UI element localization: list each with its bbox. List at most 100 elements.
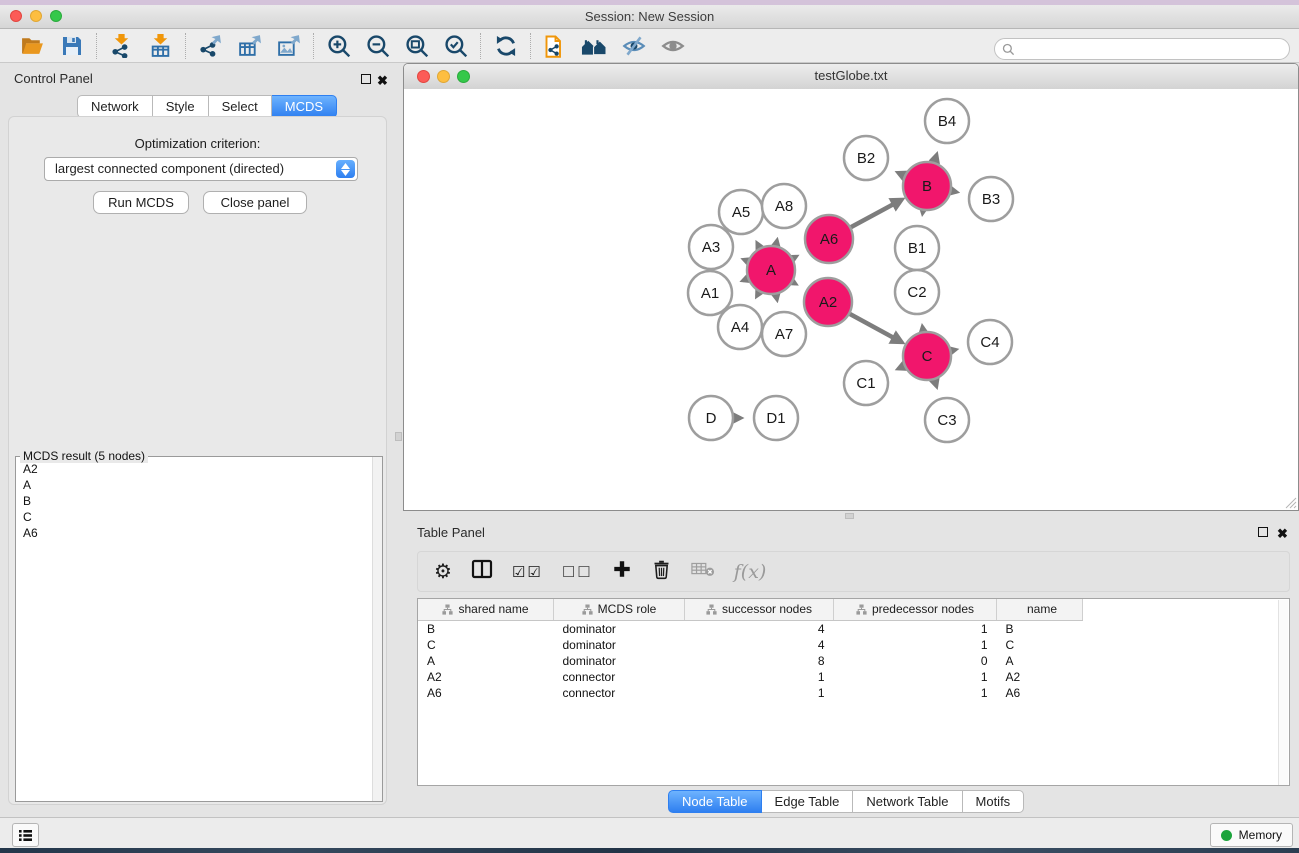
tab-node-table[interactable]: Node Table (668, 790, 762, 813)
table-cell: dominator (554, 621, 685, 638)
graph-edge-B-B2[interactable] (898, 173, 904, 176)
result-scrollbar[interactable] (372, 457, 382, 801)
graph-edge-C-C1[interactable] (898, 366, 904, 369)
add-row-icon[interactable] (612, 559, 632, 584)
zoom-selected-icon[interactable] (442, 32, 469, 59)
table-panel-close-icon[interactable]: ✖ (1277, 527, 1288, 540)
column-header-MCDS-role[interactable]: MCDS role (554, 599, 685, 621)
table-cell: 4 (685, 637, 834, 653)
tab-style[interactable]: Style (153, 95, 209, 118)
column-header-successor-nodes[interactable]: successor nodes (685, 599, 834, 621)
table-cell-filler (1083, 685, 1290, 701)
delete-table-icon[interactable] (691, 560, 715, 583)
zoom-out-icon[interactable] (364, 32, 391, 59)
run-mcds-button[interactable]: Run MCDS (93, 191, 189, 214)
vertical-splitter-handle[interactable] (395, 432, 402, 441)
column-view-icon[interactable] (471, 558, 493, 585)
table-panel-float-icon[interactable] (1258, 527, 1268, 537)
graph-edge-B-B4[interactable] (934, 154, 936, 162)
unselect-all-icon[interactable]: ☐☐ (562, 563, 593, 581)
graph-edge-A-A4[interactable] (757, 292, 759, 296)
graph-edge-A-A6[interactable] (793, 256, 796, 258)
main-titlebar: Session: New Session (0, 5, 1299, 29)
result-item-A[interactable]: A (16, 477, 372, 493)
column-header-shared-name[interactable]: shared name (418, 599, 554, 621)
graph-node-label-C1: C1 (856, 375, 875, 392)
graph-edge-A-A3[interactable] (744, 260, 748, 262)
result-item-A6[interactable]: A6 (16, 525, 372, 541)
application-window: Session: New Session (0, 0, 1299, 853)
export-table-icon[interactable] (236, 32, 263, 59)
hide-graphics-details-icon[interactable] (620, 32, 647, 59)
show-graphics-details-icon[interactable] (659, 32, 686, 59)
result-item-B[interactable]: B (16, 493, 372, 509)
export-image-icon[interactable] (275, 32, 302, 59)
search-box[interactable] (994, 38, 1290, 60)
zoom-in-icon[interactable] (325, 32, 352, 59)
home-icon[interactable] (581, 32, 608, 59)
graph-edge-A-A1[interactable] (743, 279, 748, 281)
network-maximize-icon[interactable] (457, 70, 470, 83)
mcds-result-box: MCDS result (5 nodes) A2ABCA6 (15, 456, 383, 802)
settings-gear-icon[interactable]: ⚙ (434, 562, 452, 582)
delete-rows-icon[interactable] (651, 559, 672, 585)
refresh-icon[interactable] (492, 32, 519, 59)
minimize-window-icon[interactable] (30, 10, 42, 22)
close-window-icon[interactable] (10, 10, 22, 22)
network-close-icon[interactable] (417, 70, 430, 83)
tab-mcds[interactable]: MCDS (272, 95, 337, 118)
zoom-fit-icon[interactable] (403, 32, 430, 59)
tab-network[interactable]: Network (77, 95, 153, 118)
task-history-button[interactable] (12, 823, 39, 847)
graph-edge-A-A8[interactable] (776, 240, 777, 245)
table-row[interactable]: Adominator80A (418, 653, 1289, 669)
column-header-predecessor-nodes[interactable]: predecessor nodes (834, 599, 997, 621)
function-builder-icon[interactable]: f(x) (734, 561, 767, 583)
network-from-selection-icon[interactable] (542, 32, 569, 59)
graph-edge-C-C3[interactable] (934, 380, 936, 387)
open-session-icon[interactable] (19, 32, 46, 59)
result-item-A2[interactable]: A2 (16, 461, 372, 477)
table-scrollbar[interactable] (1278, 600, 1288, 785)
graph-edge-A2-C[interactable] (850, 314, 902, 342)
table-row[interactable]: Cdominator41C (418, 637, 1289, 653)
select-all-icon[interactable]: ☑☑ (512, 563, 543, 581)
memory-label: Memory (1239, 828, 1282, 842)
graph-edge-A6-B[interactable] (851, 200, 902, 227)
table-cell-filler (1083, 637, 1290, 653)
import-table-icon[interactable] (147, 32, 174, 59)
graph-edge-C-C2[interactable] (922, 327, 923, 332)
close-panel-button[interactable]: Close panel (203, 191, 307, 214)
resize-grip-icon[interactable] (1284, 496, 1297, 509)
graph-edge-A-A7[interactable] (776, 294, 777, 299)
table-row[interactable]: A2connector11A2 (418, 669, 1289, 685)
control-panel-close-icon[interactable]: ✖ (377, 74, 388, 87)
graph-node-label-A6: A6 (820, 231, 838, 248)
search-input[interactable] (1015, 41, 1282, 57)
graph-edge-A-A5[interactable] (757, 243, 759, 248)
table-row[interactable]: A6connector11A6 (418, 685, 1289, 701)
optimization-criterion-label: Optimization criterion: (9, 136, 386, 151)
graph-edge-C-C4[interactable] (951, 350, 955, 351)
horizontal-splitter-handle[interactable] (845, 513, 854, 519)
import-network-icon[interactable] (108, 32, 135, 59)
graph-edge-B-B3[interactable] (951, 191, 956, 192)
table-cell-filler (1083, 669, 1290, 685)
result-item-C[interactable]: C (16, 509, 372, 525)
tab-motifs[interactable]: Motifs (963, 790, 1025, 813)
tab-select[interactable]: Select (209, 95, 272, 118)
criterion-dropdown[interactable]: largest connected component (directed) (44, 157, 358, 181)
column-header-name[interactable]: name (997, 599, 1083, 621)
tab-edge-table[interactable]: Edge Table (762, 790, 854, 813)
maximize-window-icon[interactable] (50, 10, 62, 22)
graph-edge-A-A2[interactable] (793, 282, 796, 284)
tab-network-table[interactable]: Network Table (853, 790, 962, 813)
network-minimize-icon[interactable] (437, 70, 450, 83)
export-network-icon[interactable] (197, 32, 224, 59)
network-canvas[interactable]: AA1A2A3A4A5A6A7A8BB1B2B3B4CC1C2C3C4DD1 (404, 89, 1298, 510)
network-graph: AA1A2A3A4A5A6A7A8BB1B2B3B4CC1C2C3C4DD1 (404, 89, 1298, 510)
save-session-icon[interactable] (58, 32, 85, 59)
memory-button[interactable]: Memory (1210, 823, 1293, 847)
table-row[interactable]: Bdominator41B (418, 621, 1289, 638)
control-panel-float-icon[interactable] (361, 74, 371, 84)
